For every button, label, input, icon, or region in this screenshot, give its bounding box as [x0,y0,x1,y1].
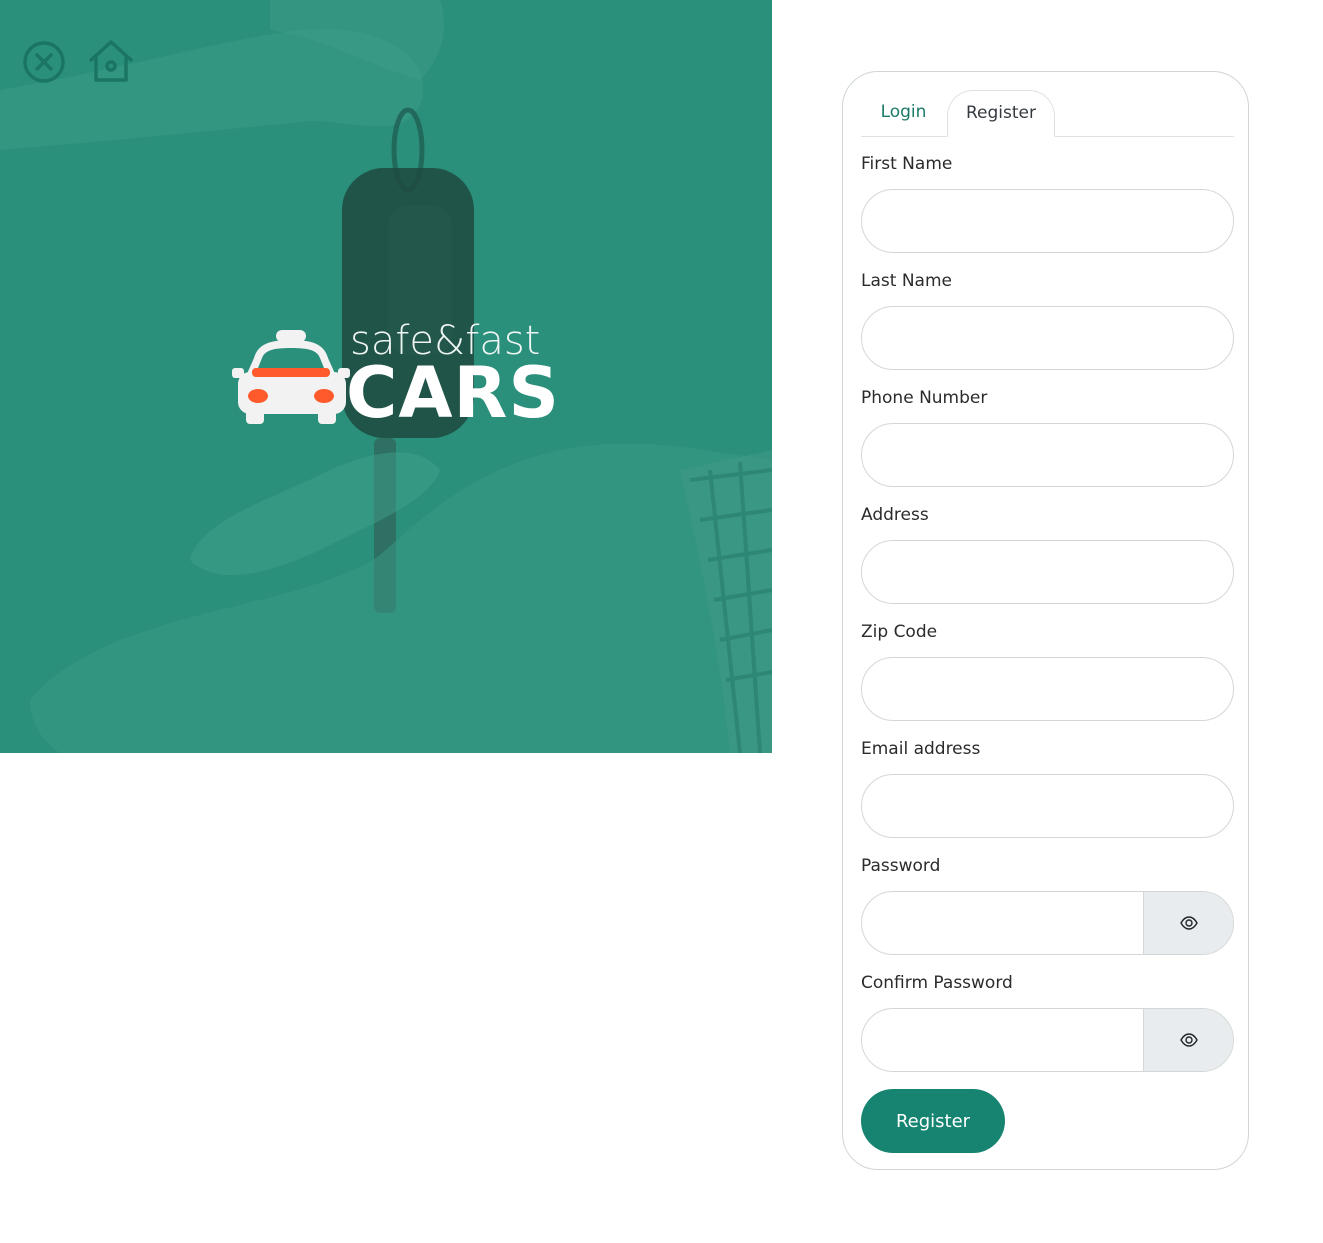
close-circle-icon [23,41,65,83]
confirm-password-label: Confirm Password [861,973,1013,993]
home-button[interactable] [87,38,135,86]
password-group [861,891,1234,955]
auth-card: Login Register First Name Last Name Phon… [842,71,1249,1170]
first-name-input[interactable] [861,189,1234,253]
tab-register[interactable]: Register [947,90,1055,137]
tab-login[interactable]: Login [861,90,946,136]
logo-brand-name: CARS [346,352,560,434]
home-icon [89,40,133,82]
phone-number-label: Phone Number [861,388,988,408]
phone-number-input[interactable] [861,423,1234,487]
last-name-input[interactable] [861,306,1234,370]
zip-code-label: Zip Code [861,622,938,642]
register-submit-button[interactable]: Register [861,1089,1005,1153]
last-name-label: Last Name [861,271,952,291]
confirm-password-input[interactable] [862,1009,1144,1071]
close-button[interactable] [20,38,68,86]
car-logo-icon [232,330,350,424]
confirm-password-group [861,1008,1234,1072]
password-input[interactable] [862,892,1144,954]
brand-logo: safe&fast CARS [232,318,559,434]
zip-code-input[interactable] [861,657,1234,721]
email-input[interactable] [861,774,1234,838]
email-label: Email address [861,739,981,759]
eye-icon [1179,1033,1198,1047]
register-page: safe&fast CARS Login Register First Name… [0,0,1323,1243]
address-label: Address [861,505,929,525]
password-visibility-toggle[interactable] [1143,892,1233,954]
confirm-password-visibility-toggle[interactable] [1143,1009,1233,1071]
hero-panel: safe&fast CARS [0,0,772,753]
first-name-label: First Name [861,154,953,174]
eye-icon [1179,916,1198,930]
auth-tabs: Login Register [861,90,1234,137]
address-input[interactable] [861,540,1234,604]
password-label: Password [861,856,941,876]
